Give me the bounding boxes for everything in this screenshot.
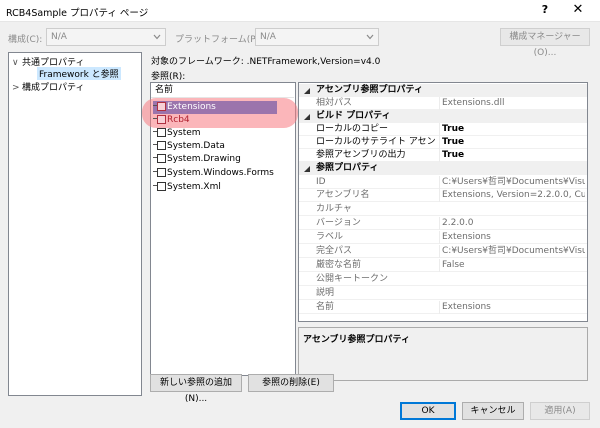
- property-name: 厳密な名前: [316, 260, 362, 270]
- property-category-label: アセンブリ参照プロパティ: [316, 85, 424, 95]
- property-value: Extensions: [439, 301, 585, 314]
- reference-item-system-windows-forms[interactable]: System.Windows.Forms: [153, 167, 274, 180]
- property-name: バージョン: [316, 218, 361, 228]
- reference-item-system-drawing[interactable]: System.Drawing: [153, 153, 241, 166]
- reference-icon: [153, 181, 166, 191]
- property-row-description[interactable]: 説明: [299, 287, 587, 300]
- close-button[interactable]: ✕: [568, 2, 588, 18]
- property-category-reference[interactable]: 参照プロパティ: [299, 162, 587, 175]
- add-reference-button[interactable]: 新しい参照の追加(N)...: [150, 374, 242, 404]
- chevron-down-icon: [366, 34, 374, 40]
- references-label: 参照(R):: [151, 72, 186, 82]
- tree-item-label: 構成プロパティ: [22, 83, 85, 93]
- property-row-satellite-copy[interactable]: ローカルのサテライト アセンブリをコピー True: [299, 136, 587, 149]
- config-value: N/A: [51, 32, 67, 42]
- reference-warning-icon: [153, 114, 166, 124]
- property-name: アセンブリ名: [316, 190, 370, 200]
- chevron-down-icon: [153, 34, 161, 40]
- reference-item-system[interactable]: System: [153, 127, 201, 140]
- property-name: 完全パス: [316, 246, 353, 256]
- reference-icon: [153, 127, 166, 137]
- property-row-id[interactable]: ID C:¥Users¥哲司¥Documents¥Visual Studio: [299, 176, 587, 189]
- help-button[interactable]: ?: [537, 2, 553, 18]
- reference-item-extensions[interactable]: Extensions: [153, 101, 216, 114]
- property-value: Extensions.dll: [439, 97, 585, 110]
- property-description-panel: アセンブリ参照プロパティ: [298, 327, 588, 381]
- tree-item-framework[interactable]: Framework と参照: [37, 67, 121, 80]
- config-label: 構成(C):: [8, 35, 43, 45]
- property-name: ラベル: [316, 232, 344, 242]
- platform-combo[interactable]: N/A: [255, 28, 379, 46]
- property-category-label: ビルド プロパティ: [316, 111, 391, 121]
- property-description-title: アセンブリ参照プロパティ: [303, 335, 411, 345]
- property-name: カルチャ: [316, 204, 352, 214]
- property-name: 公開キートークン: [316, 274, 389, 284]
- reference-item-rcb4[interactable]: Rcb4: [153, 114, 190, 127]
- remove-reference-button[interactable]: 参照の削除(E): [248, 374, 334, 392]
- tree-item-config[interactable]: > 構成プロパティ: [12, 80, 84, 93]
- expander-icon: ∨: [12, 58, 19, 68]
- property-name: ID: [316, 177, 326, 187]
- platform-value: N/A: [260, 32, 276, 42]
- apply-button[interactable]: 適用(A): [530, 402, 590, 420]
- property-row-version[interactable]: バージョン 2.2.0.0: [299, 217, 587, 230]
- property-value: Extensions, Version=2.2.0.0, Culture=neu…: [439, 189, 585, 202]
- reference-name: System.Windows.Forms: [167, 168, 274, 178]
- config-manager-button[interactable]: 構成マネージャー(O)...: [500, 28, 590, 58]
- reference-name: System: [167, 128, 201, 138]
- property-row-culture[interactable]: カルチャ: [299, 203, 587, 216]
- config-combo[interactable]: N/A: [46, 28, 166, 46]
- reference-name: System.Xml: [167, 182, 221, 192]
- reference-icon: [153, 167, 166, 177]
- reference-item-system-data[interactable]: System.Data: [153, 140, 225, 153]
- property-category-assembly[interactable]: アセンブリ参照プロパティ: [299, 84, 587, 97]
- property-row-local-copy[interactable]: ローカルのコピー True: [299, 123, 587, 136]
- reference-warning-icon: [153, 101, 166, 111]
- reference-name: Rcb4: [167, 115, 190, 125]
- collapse-arrow-icon: [304, 114, 310, 120]
- property-row-assembly-name[interactable]: アセンブリ名 Extensions, Version=2.2.0.0, Cult…: [299, 189, 587, 202]
- reference-icon: [153, 153, 166, 163]
- ok-button[interactable]: OK: [400, 402, 456, 420]
- property-row-name[interactable]: 名前 Extensions: [299, 301, 587, 314]
- reference-name: Extensions: [167, 102, 216, 112]
- expander-icon: >: [12, 83, 20, 93]
- property-row-full-path[interactable]: 完全パス C:¥Users¥哲司¥Documents¥Visual Studio: [299, 245, 587, 258]
- navigation-tree: [8, 52, 142, 396]
- target-framework-text: 対象のフレームワーク: .NETFramework,Version=v4.0: [151, 57, 381, 67]
- property-value: True: [439, 123, 585, 136]
- reference-icon: [153, 140, 166, 150]
- reference-name: System.Drawing: [167, 154, 241, 164]
- cancel-button[interactable]: キャンセル: [462, 402, 524, 420]
- property-row-reference-output[interactable]: 参照アセンブリの出力 True: [299, 149, 587, 162]
- property-row-public-key-token[interactable]: 公開キートークン: [299, 273, 587, 286]
- property-category-build[interactable]: ビルド プロパティ: [299, 110, 587, 123]
- collapse-arrow-icon: [304, 88, 310, 94]
- property-name: 相対パス: [316, 98, 353, 108]
- platform-label: プラットフォーム(P):: [175, 35, 263, 45]
- property-value: Extensions: [439, 231, 585, 244]
- property-value: True: [439, 149, 585, 162]
- property-value: C:¥Users¥哲司¥Documents¥Visual Studio: [439, 245, 585, 258]
- property-name: 説明: [316, 288, 335, 298]
- property-row-strong-name[interactable]: 厳密な名前 False: [299, 259, 587, 272]
- property-value: 2.2.0.0: [439, 217, 585, 230]
- property-value: True: [439, 136, 585, 149]
- window-title: RCB4Sample プロパティ ページ: [6, 8, 149, 19]
- collapse-arrow-icon: [304, 166, 310, 172]
- property-row-label[interactable]: ラベル Extensions: [299, 231, 587, 244]
- property-name: 参照アセンブリの出力: [316, 150, 406, 160]
- property-row-relative-path[interactable]: 相対パス Extensions.dll: [299, 97, 587, 110]
- references-column-header[interactable]: 名前: [151, 84, 294, 98]
- property-value: False: [439, 259, 585, 272]
- property-name: 名前: [316, 302, 335, 312]
- property-category-label: 参照プロパティ: [316, 163, 379, 173]
- property-value: C:¥Users¥哲司¥Documents¥Visual Studio: [439, 176, 585, 189]
- tree-item-label: Framework と参照: [39, 70, 119, 80]
- property-name: ローカルのサテライト アセンブリをコピー: [316, 137, 436, 147]
- property-name: ローカルのコピー: [316, 124, 389, 134]
- reference-item-system-xml[interactable]: System.Xml: [153, 181, 221, 194]
- reference-name: System.Data: [167, 141, 225, 151]
